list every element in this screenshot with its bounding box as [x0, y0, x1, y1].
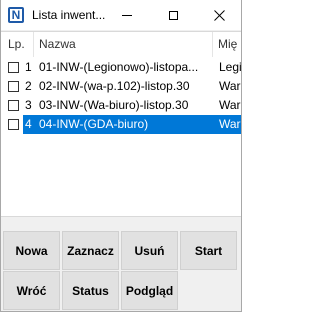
- column-divider[interactable]: [33, 32, 34, 57]
- column-divider[interactable]: [212, 32, 213, 57]
- list-rows: 1 01-INW-(Legionowo)-listopa... Legio 2 …: [1, 58, 241, 134]
- status-button[interactable]: Status: [62, 271, 119, 310]
- row-place: War: [219, 79, 241, 93]
- list-item[interactable]: 3 03-INW-(Wa-biuro)-listop.30 War: [1, 96, 241, 115]
- row-number: 3: [25, 98, 32, 112]
- zaznacz-button[interactable]: Zaznacz: [62, 231, 119, 270]
- column-header-miejsce[interactable]: Mię: [218, 32, 241, 57]
- row-place: Legio: [219, 60, 241, 74]
- nowa-button[interactable]: Nowa: [3, 231, 60, 270]
- list-header: Lp. Nazwa Mię: [1, 32, 241, 57]
- close-button[interactable]: [196, 0, 242, 30]
- row-name: 03-INW-(Wa-biuro)-listop.30: [39, 98, 189, 112]
- row-number: 1: [25, 60, 32, 74]
- row-number: 2: [25, 79, 32, 93]
- minimize-button[interactable]: [104, 0, 150, 30]
- row-checkbox[interactable]: [8, 119, 19, 130]
- row-place: War: [219, 117, 241, 131]
- row-name: 04-INW-(GDA-biuro): [39, 117, 149, 131]
- app-icon: N: [8, 7, 24, 23]
- start-button[interactable]: Start: [180, 231, 237, 270]
- row-place: War: [219, 98, 241, 112]
- title-bar[interactable]: N Lista inwent...: [1, 0, 241, 30]
- column-header-nazwa[interactable]: Nazwa: [39, 32, 209, 57]
- row-name: 02-INW-(wa-p.102)-listop.30: [39, 79, 190, 93]
- window-title: Lista inwent...: [32, 8, 106, 22]
- list-item-selected[interactable]: 4 04-INW-(GDA-biuro) War: [1, 115, 241, 134]
- close-icon: [213, 9, 225, 21]
- row-name: 01-INW-(Legionowo)-listopa...: [39, 60, 199, 74]
- row-checkbox[interactable]: [8, 81, 19, 92]
- maximize-button[interactable]: [150, 0, 196, 30]
- row-checkbox[interactable]: [8, 62, 19, 73]
- inventory-list[interactable]: Lp. Nazwa Mię 1 01-INW-(Legionowo)-listo…: [1, 31, 241, 217]
- row-number: 4: [25, 117, 32, 131]
- column-header-lp[interactable]: Lp.: [8, 32, 34, 57]
- usun-button[interactable]: Usuń: [121, 231, 178, 270]
- wroc-button[interactable]: Wróć: [3, 271, 60, 310]
- list-item[interactable]: 1 01-INW-(Legionowo)-listopa... Legio: [1, 58, 241, 77]
- maximize-icon: [168, 10, 178, 20]
- list-item[interactable]: 2 02-INW-(wa-p.102)-listop.30 War: [1, 77, 241, 96]
- podglad-button[interactable]: Podgląd: [121, 271, 178, 310]
- minimize-icon: [122, 14, 132, 16]
- button-panel: Nowa Zaznacz Usuń Start Wróć Status Podg…: [1, 229, 241, 311]
- row-checkbox[interactable]: [8, 100, 19, 111]
- app-window: N Lista inwent... Lp. Nazwa Mię 1 01-INW…: [0, 0, 242, 312]
